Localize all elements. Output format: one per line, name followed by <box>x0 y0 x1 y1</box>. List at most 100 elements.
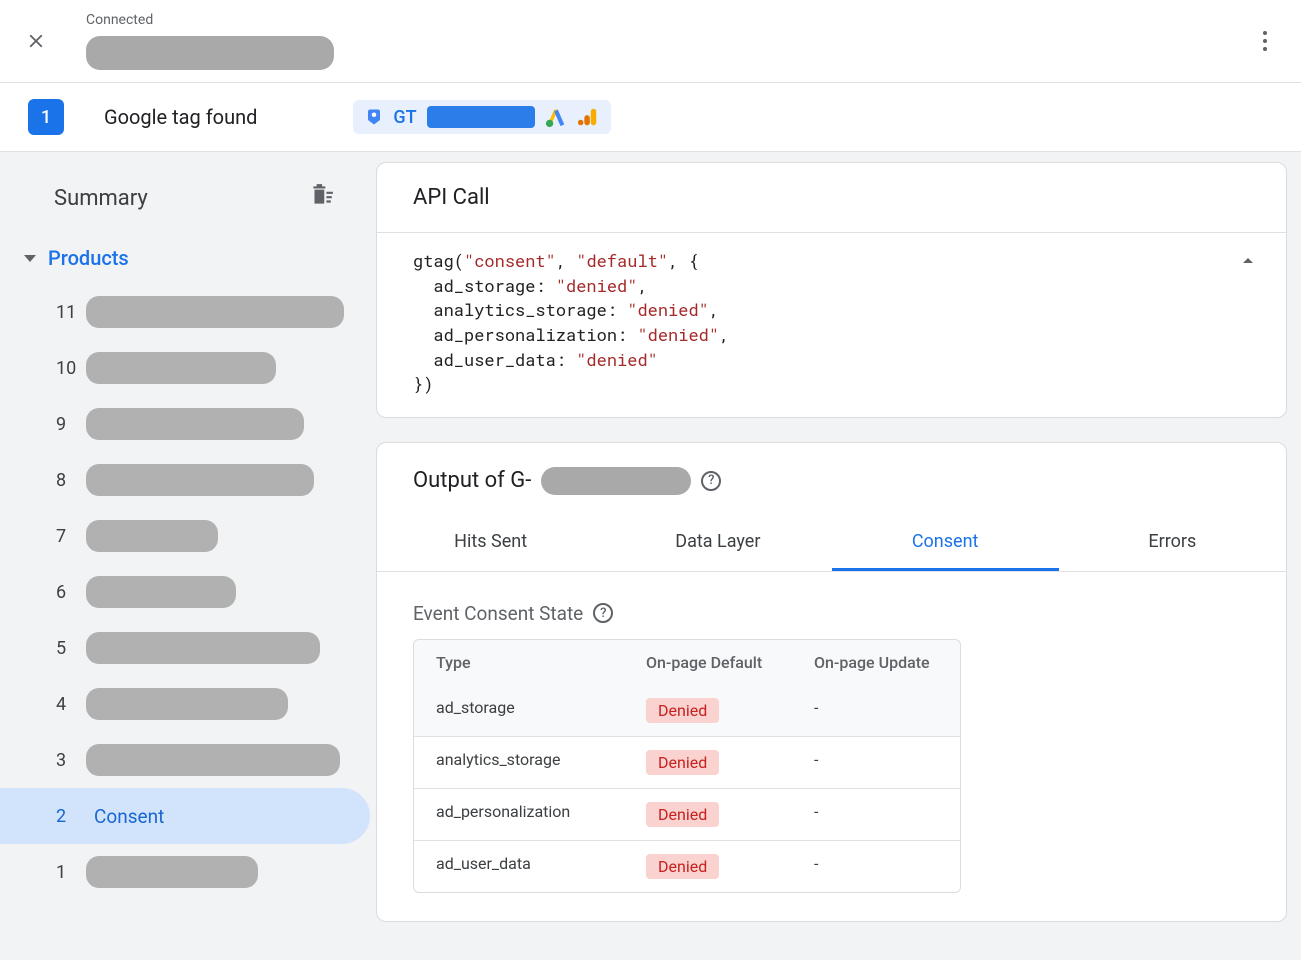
cell-type: ad_user_data <box>414 841 624 892</box>
event-number: 7 <box>56 526 80 547</box>
chevron-up-icon <box>1236 249 1260 273</box>
event-label: Consent <box>94 805 164 828</box>
sidebar-event-item[interactable]: 9 <box>0 396 370 452</box>
more-menu-button[interactable] <box>1253 21 1277 61</box>
redacted-event-name <box>86 352 276 384</box>
cell-type: ad_storage <box>414 685 624 736</box>
sidebar: Summary Products 11 10 9 8 7 6 5 4 3 2 Consent 1 <box>0 152 370 960</box>
event-number: 4 <box>56 694 80 715</box>
top-header: Connected <box>0 0 1301 83</box>
redacted-event-name <box>86 856 258 888</box>
help-icon[interactable]: ? <box>593 603 613 623</box>
gt-prefix: GT <box>393 107 416 128</box>
cell-update: - <box>792 737 960 788</box>
denied-badge: Denied <box>646 750 719 775</box>
tag-chip[interactable]: GT <box>353 100 610 134</box>
trash-icon <box>308 182 334 208</box>
sidebar-event-item[interactable]: 5 <box>0 620 370 676</box>
cell-type: analytics_storage <box>414 737 624 788</box>
clear-button[interactable] <box>308 182 334 214</box>
sidebar-event-item[interactable]: 10 <box>0 340 370 396</box>
tab-errors[interactable]: Errors <box>1059 517 1286 571</box>
redacted-event-name <box>86 744 340 776</box>
event-number: 5 <box>56 638 80 659</box>
cell-update: - <box>792 841 960 892</box>
redacted-event-name <box>86 408 304 440</box>
output-title-prefix: Output of G- <box>413 468 531 493</box>
event-number: 10 <box>56 358 80 379</box>
event-number: 6 <box>56 582 80 603</box>
table-row: ad_user_data Denied - <box>414 840 960 892</box>
redacted-event-name <box>86 632 320 664</box>
event-number: 11 <box>56 302 80 323</box>
event-number: 9 <box>56 414 80 435</box>
close-button[interactable] <box>24 29 48 53</box>
google-ads-icon <box>545 106 567 128</box>
sidebar-event-item[interactable]: 4 <box>0 676 370 732</box>
sidebar-event-consent[interactable]: 2 Consent <box>0 788 370 844</box>
summary-row[interactable]: Summary <box>0 176 370 220</box>
sidebar-event-item[interactable]: 6 <box>0 564 370 620</box>
event-number: 8 <box>56 470 80 491</box>
redacted-domain <box>86 36 334 70</box>
sidebar-event-item[interactable]: 1 <box>0 844 370 900</box>
event-number: 1 <box>56 862 80 883</box>
redacted-tag-id <box>427 106 535 128</box>
connected-label: Connected <box>86 12 334 28</box>
redacted-event-name <box>86 576 236 608</box>
denied-badge: Denied <box>646 802 719 827</box>
google-analytics-icon <box>577 106 599 128</box>
help-icon[interactable]: ? <box>701 471 721 491</box>
api-call-code: gtag("consent", "default", { ad_storage:… <box>377 233 1286 417</box>
redacted-event-name <box>86 296 344 328</box>
redacted-event-name <box>86 520 218 552</box>
caret-down-icon <box>24 255 36 262</box>
sidebar-event-item[interactable]: 7 <box>0 508 370 564</box>
th-default: On-page Default <box>624 640 792 685</box>
products-label: Products <box>48 246 129 270</box>
cell-default: Denied <box>624 685 792 736</box>
th-type: Type <box>414 640 624 685</box>
output-card: Output of G- ? Hits SentData LayerConsen… <box>376 442 1287 922</box>
table-row: ad_storage Denied - <box>414 685 960 736</box>
tab-consent[interactable]: Consent <box>832 517 1059 571</box>
tag-count-badge: 1 <box>28 99 64 135</box>
table-row: analytics_storage Denied - <box>414 736 960 788</box>
cell-update: - <box>792 685 960 736</box>
cell-default: Denied <box>624 841 792 892</box>
redacted-measurement-id <box>541 467 691 495</box>
table-row: ad_personalization Denied - <box>414 788 960 840</box>
tab-hits-sent[interactable]: Hits Sent <box>377 517 604 571</box>
cell-type: ad_personalization <box>414 789 624 840</box>
tag-subheader: 1 Google tag found GT <box>0 83 1301 152</box>
collapse-button[interactable] <box>1236 249 1260 280</box>
api-call-card: API Call gtag("consent", "default", { ad… <box>376 162 1287 418</box>
close-icon <box>25 30 47 52</box>
header-info: Connected <box>86 12 334 70</box>
th-update: On-page Update <box>792 640 960 685</box>
summary-label: Summary <box>54 186 148 211</box>
redacted-event-name <box>86 688 288 720</box>
products-toggle[interactable]: Products <box>0 220 370 284</box>
cell-update: - <box>792 789 960 840</box>
sidebar-event-item[interactable]: 8 <box>0 452 370 508</box>
cell-default: Denied <box>624 789 792 840</box>
sidebar-event-item[interactable]: 11 <box>0 284 370 340</box>
event-number: 3 <box>56 750 80 771</box>
event-number: 2 <box>56 806 80 827</box>
output-tabs: Hits SentData LayerConsentErrors <box>377 517 1286 572</box>
gtag-icon <box>365 107 383 127</box>
tab-data-layer[interactable]: Data Layer <box>604 517 831 571</box>
table-header-row: Type On-page Default On-page Update <box>414 640 960 685</box>
cell-default: Denied <box>624 737 792 788</box>
consent-table: Type On-page Default On-page Update ad_s… <box>413 639 961 893</box>
output-header: Output of G- ? <box>377 443 1286 495</box>
api-call-title: API Call <box>377 163 1286 233</box>
consent-section-title: Event Consent State ? <box>377 572 1286 639</box>
denied-badge: Denied <box>646 854 719 879</box>
tag-found-label: Google tag found <box>104 105 257 129</box>
denied-badge: Denied <box>646 698 719 723</box>
sidebar-event-item[interactable]: 3 <box>0 732 370 788</box>
main-content: API Call gtag("consent", "default", { ad… <box>370 152 1301 960</box>
redacted-event-name <box>86 464 314 496</box>
